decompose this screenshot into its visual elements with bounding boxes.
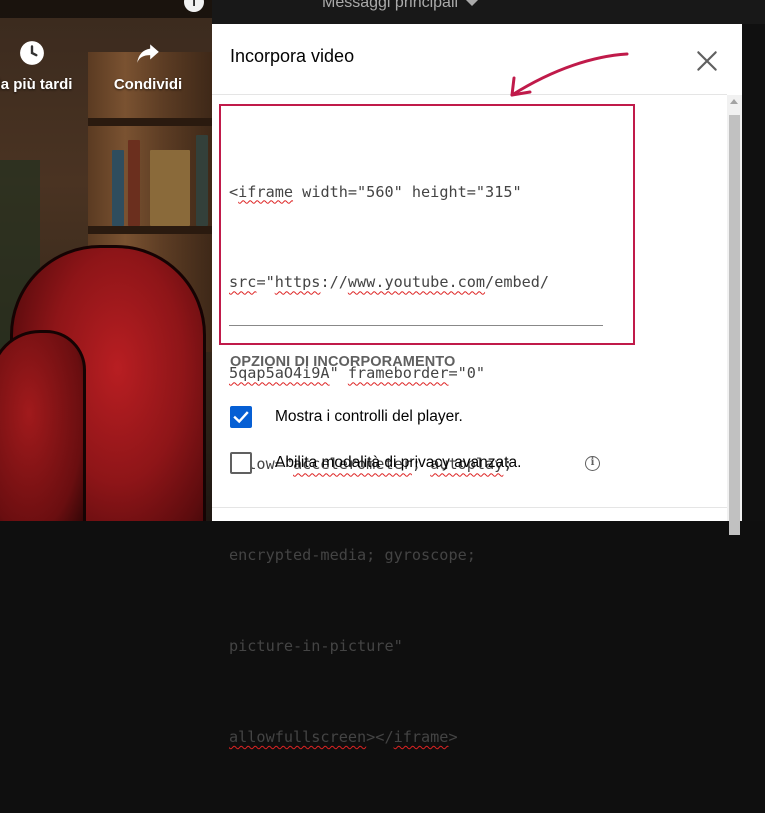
book bbox=[196, 135, 208, 226]
option-label: Abilita modalità di privacy avanzata. bbox=[275, 454, 522, 471]
book bbox=[150, 150, 190, 226]
page-header-strip bbox=[212, 0, 765, 24]
scrollbar-thumb[interactable] bbox=[729, 115, 740, 535]
checkmark-icon bbox=[233, 411, 249, 424]
share-button[interactable]: Condividi bbox=[98, 40, 198, 93]
video-top-bar bbox=[0, 0, 212, 18]
caret-down-icon bbox=[466, 0, 479, 6]
video-player-background: i da più tardi Condividi bbox=[0, 0, 212, 521]
sort-menu-button[interactable]: Messaggi principali bbox=[322, 0, 479, 12]
watch-later-label: da più tardi bbox=[0, 76, 73, 93]
embed-options-heading: OPZIONI DI INCORPORAMENTO bbox=[230, 354, 456, 370]
share-label: Condividi bbox=[113, 76, 183, 93]
share-arrow-icon bbox=[137, 44, 159, 63]
watch-later-button[interactable]: da più tardi bbox=[0, 40, 92, 93]
code-line: src="https://www.youtube.com/embed/ bbox=[229, 273, 550, 292]
embed-video-dialog: Incorpora video <iframe width="560" heig… bbox=[212, 24, 742, 746]
page-right-edge bbox=[742, 24, 765, 521]
info-icon[interactable]: i bbox=[585, 456, 600, 471]
armchair-arm-image bbox=[0, 330, 86, 521]
clock-icon bbox=[20, 41, 44, 65]
code-line: encrypted-media; gyroscope; bbox=[229, 546, 476, 565]
book bbox=[128, 140, 140, 226]
dialog-title: Incorpora video bbox=[230, 46, 355, 66]
code-line: <iframe width="560" height="315" bbox=[229, 182, 522, 201]
scroll-up-arrow-icon[interactable] bbox=[730, 99, 738, 104]
code-line: allowfullscreen></iframe> bbox=[229, 727, 458, 746]
sort-menu-label: Messaggi principali bbox=[322, 0, 459, 11]
checkbox-unchecked[interactable] bbox=[230, 452, 252, 474]
dialog-divider bbox=[212, 94, 727, 95]
checkbox-checked[interactable] bbox=[230, 406, 252, 428]
dialog-footer-divider bbox=[212, 507, 727, 508]
embed-code-textarea[interactable]: <iframe width="560" height="315" src="ht… bbox=[229, 116, 601, 746]
book bbox=[112, 150, 124, 226]
close-icon[interactable] bbox=[694, 48, 720, 74]
shelf-board bbox=[88, 118, 212, 126]
shelf-board bbox=[88, 226, 212, 234]
option-label: Mostra i controlli del player. bbox=[275, 408, 463, 425]
code-line: picture-in-picture" bbox=[229, 637, 403, 656]
textarea-underline bbox=[229, 325, 603, 326]
dialog-scrollbar[interactable] bbox=[727, 95, 742, 535]
